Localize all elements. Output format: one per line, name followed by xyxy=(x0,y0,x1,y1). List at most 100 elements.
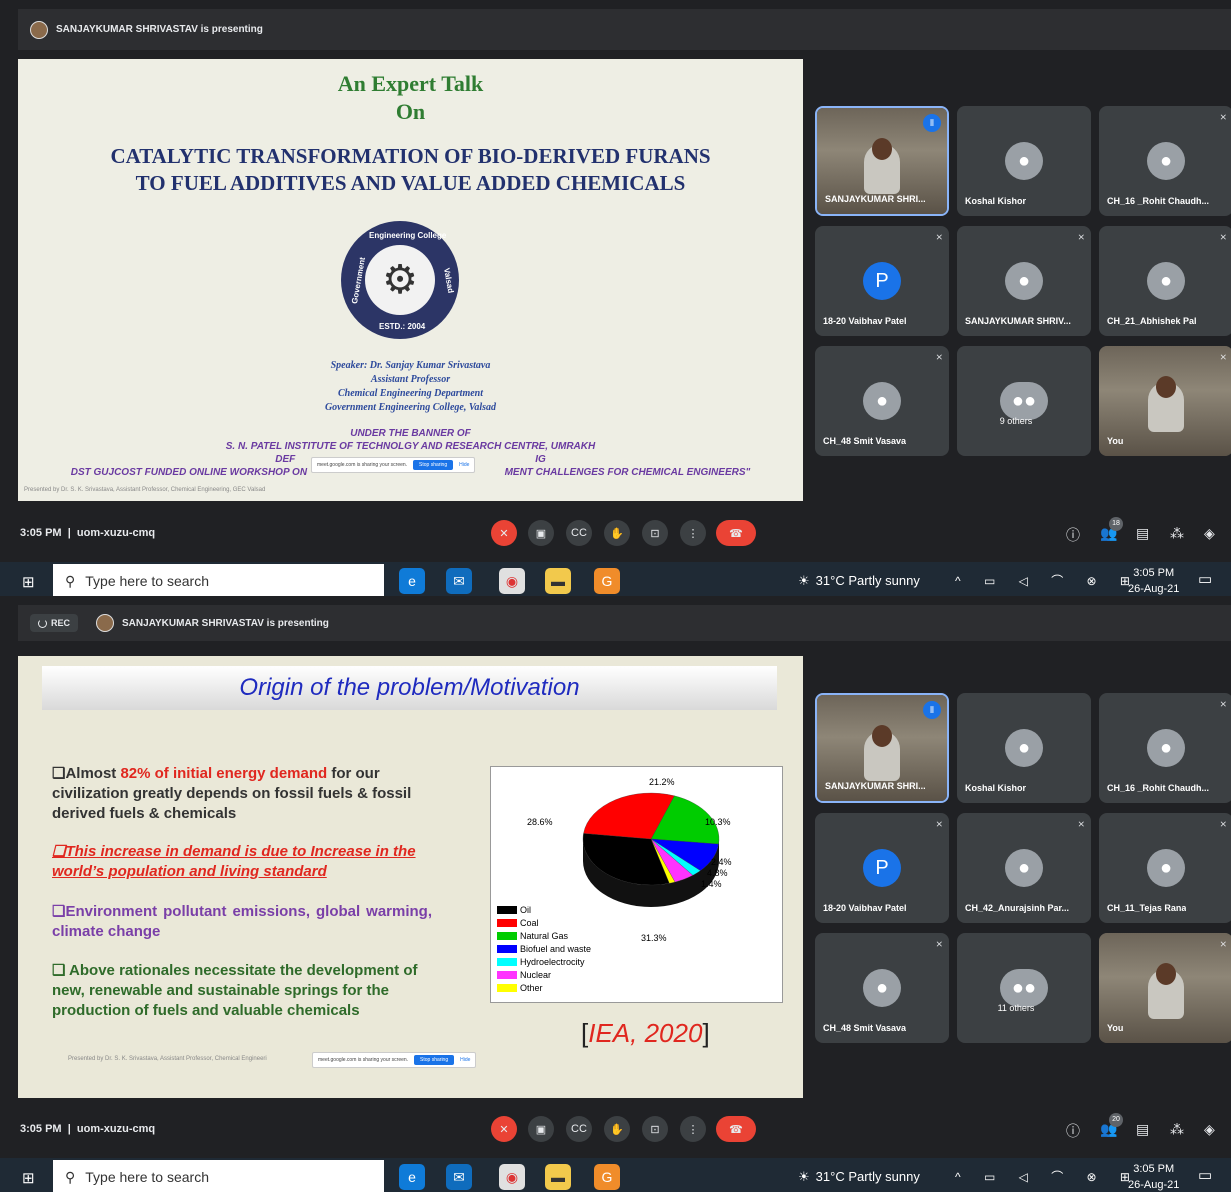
system-tray[interactable]: ^ ▭ ◁ ⌒ ⊗ ⊞ xyxy=(955,1168,1140,1185)
info-icon[interactable]: ⓘ xyxy=(1066,1121,1080,1141)
chat-icon[interactable]: ▤ xyxy=(1136,1121,1149,1138)
participant-name: CH_16 _Rohit Chaudh... xyxy=(1107,196,1210,206)
mic-off-icon: ⨯ xyxy=(1219,699,1227,709)
participant-tile[interactable]: ● ⨯ CH_48 Smit Vasava xyxy=(815,933,949,1043)
presenting-text: SANJAYKUMAR SHRIVASTAV is presenting xyxy=(56,24,263,35)
sharing-notice: meet.google.com is sharing your screen. … xyxy=(311,457,476,473)
participant-tile[interactable]: ● Koshal Kishor xyxy=(957,106,1091,216)
participant-tile[interactable]: ●● 11 others xyxy=(957,933,1091,1043)
raise-hand-button[interactable]: ✋ xyxy=(604,520,630,546)
participant-name: 9 others xyxy=(999,416,1033,426)
mail-icon[interactable]: ✉ xyxy=(446,1164,472,1190)
notification-icon[interactable]: ▭ xyxy=(1198,570,1212,588)
activities-icon[interactable]: ⁂ xyxy=(1170,1121,1184,1138)
mic-off-button[interactable]: ✕ xyxy=(491,1116,517,1142)
meeting-info: 3:05 PM | uom-xuzu-cmq xyxy=(20,527,156,539)
participant-name: 18-20 Vaibhav Patel xyxy=(823,903,907,913)
participant-avatar: P xyxy=(863,849,901,887)
file-explorer-icon[interactable]: ▬ xyxy=(545,568,571,594)
participant-name: CH_48 Smit Vasava xyxy=(823,436,907,446)
participant-tile[interactable]: ⨯ You xyxy=(1099,933,1231,1043)
participant-name: Koshal Kishor xyxy=(965,196,1027,206)
app-icon[interactable]: G xyxy=(594,1164,620,1190)
legend-swatch xyxy=(497,932,517,940)
notification-icon[interactable]: ▭ xyxy=(1198,1166,1212,1184)
captions-button[interactable]: CC xyxy=(566,520,592,546)
participant-tile[interactable]: P ⨯ 18-20 Vaibhav Patel xyxy=(815,226,949,336)
speaking-icon: ⦀ xyxy=(923,701,941,719)
participant-tile[interactable]: ● ⨯ CH_11_Tejas Rana xyxy=(1099,813,1231,923)
participant-tile[interactable]: ⦀ SANJAYKUMAR SHRI... xyxy=(815,693,949,803)
people-icon[interactable]: 👥 20 xyxy=(1100,1113,1123,1138)
legend-label: Nuclear xyxy=(520,970,551,980)
chrome-icon[interactable]: ◉ xyxy=(499,568,525,594)
mic-off-button[interactable]: ✕ xyxy=(491,520,517,546)
end-call-button[interactable]: ☎ xyxy=(716,1116,756,1142)
participant-tile[interactable]: ● ⨯ CH_16 _Rohit Chaudh... xyxy=(1099,693,1231,803)
gear-icon: ⚙ xyxy=(365,245,435,315)
weather-widget[interactable]: ☀ 31°C Partly sunny xyxy=(798,1169,920,1185)
info-icon[interactable]: ⓘ xyxy=(1066,525,1080,545)
participant-name: 18-20 Vaibhav Patel xyxy=(823,316,907,326)
participant-tile[interactable]: ●● 9 others xyxy=(957,346,1091,456)
mail-icon[interactable]: ✉ xyxy=(446,568,472,594)
mic-off-icon: ⨯ xyxy=(935,232,943,242)
taskbar-clock[interactable]: 3:05 PM 26-Aug-21 xyxy=(1128,1161,1179,1192)
stop-sharing-button[interactable]: Stop sharing xyxy=(413,460,454,470)
participant-avatar: P xyxy=(863,262,901,300)
participant-tile[interactable]: ● Koshal Kishor xyxy=(957,693,1091,803)
participant-tile[interactable]: ● ⨯ SANJAYKUMAR SHRIV... xyxy=(957,226,1091,336)
activities-icon[interactable]: ⁂ xyxy=(1170,525,1184,542)
camera-button[interactable]: ▣ xyxy=(528,1116,554,1142)
edge-icon[interactable]: e xyxy=(399,568,425,594)
edge-icon[interactable]: e xyxy=(399,1164,425,1190)
participant-name: Koshal Kishor xyxy=(965,783,1027,793)
hide-button[interactable]: Hide xyxy=(459,462,469,468)
participant-tile[interactable]: ⨯ You xyxy=(1099,346,1231,456)
sun-icon: ☀ xyxy=(798,1169,810,1184)
weather-widget[interactable]: ☀ 31°C Partly sunny xyxy=(798,573,920,589)
camera-button[interactable]: ▣ xyxy=(528,520,554,546)
system-tray[interactable]: ^ ▭ ◁ ⌒ ⊗ ⊞ xyxy=(955,572,1140,589)
host-controls-icon[interactable]: ◈ xyxy=(1204,525,1215,542)
people-icon[interactable]: 👥 18 xyxy=(1100,517,1123,542)
stop-sharing-button[interactable]: Stop sharing xyxy=(414,1055,455,1065)
meet-window-1: SANJAYKUMAR SHRIVASTAV is presenting An … xyxy=(0,0,1231,596)
end-call-button[interactable]: ☎ xyxy=(716,520,756,546)
more-options-button[interactable]: ⋮ xyxy=(680,520,706,546)
chat-icon[interactable]: ▤ xyxy=(1136,525,1149,542)
present-button[interactable]: ⊡ xyxy=(642,520,668,546)
legend-swatch xyxy=(497,919,517,927)
participant-tile[interactable]: P ⨯ 18-20 Vaibhav Patel xyxy=(815,813,949,923)
participant-tile[interactable]: ● ⨯ CH_48 Smit Vasava xyxy=(815,346,949,456)
present-button[interactable]: ⊡ xyxy=(642,1116,668,1142)
host-controls-icon[interactable]: ◈ xyxy=(1204,1121,1215,1138)
windows-start-icon[interactable]: ⊞ xyxy=(22,573,35,591)
data-label: 2.4% xyxy=(711,857,732,867)
participant-tile[interactable]: ● ⨯ CH_16 _Rohit Chaudh... xyxy=(1099,106,1231,216)
taskbar-clock[interactable]: 3:05 PM 26-Aug-21 xyxy=(1128,565,1179,596)
presenting-bar: REC SANJAYKUMAR SHRIVASTAV is presenting xyxy=(18,605,1231,641)
raise-hand-button[interactable]: ✋ xyxy=(604,1116,630,1142)
more-options-button[interactable]: ⋮ xyxy=(680,1116,706,1142)
participant-tile[interactable]: ● ⨯ CH_42_Anurajsinh Par... xyxy=(957,813,1091,923)
record-icon xyxy=(38,618,47,628)
search-icon: ⚲ xyxy=(65,1168,76,1185)
legend-label: Coal xyxy=(520,918,539,928)
file-explorer-icon[interactable]: ▬ xyxy=(545,1164,571,1190)
taskbar-search[interactable]: ⚲ Type here to search xyxy=(53,564,384,596)
windows-start-icon[interactable]: ⊞ xyxy=(22,1169,35,1187)
hide-button[interactable]: Hide xyxy=(460,1057,470,1063)
taskbar-search[interactable]: ⚲ Type here to search xyxy=(53,1160,384,1192)
participant-avatar: ● xyxy=(1147,262,1185,300)
app-icon[interactable]: G xyxy=(594,568,620,594)
chrome-icon[interactable]: ◉ xyxy=(499,1164,525,1190)
participant-name: SANJAYKUMAR SHRIV... xyxy=(965,316,1071,326)
data-label: 31.3% xyxy=(641,933,667,943)
participant-tile[interactable]: ⦀ SANJAYKUMAR SHRI... xyxy=(815,106,949,216)
speaking-icon: ⦀ xyxy=(923,114,941,132)
others-avatars: ●● xyxy=(1000,382,1048,420)
participant-avatar: ● xyxy=(1005,729,1043,767)
captions-button[interactable]: CC xyxy=(566,1116,592,1142)
participant-tile[interactable]: ● ⨯ CH_21_Abhishek Pal xyxy=(1099,226,1231,336)
